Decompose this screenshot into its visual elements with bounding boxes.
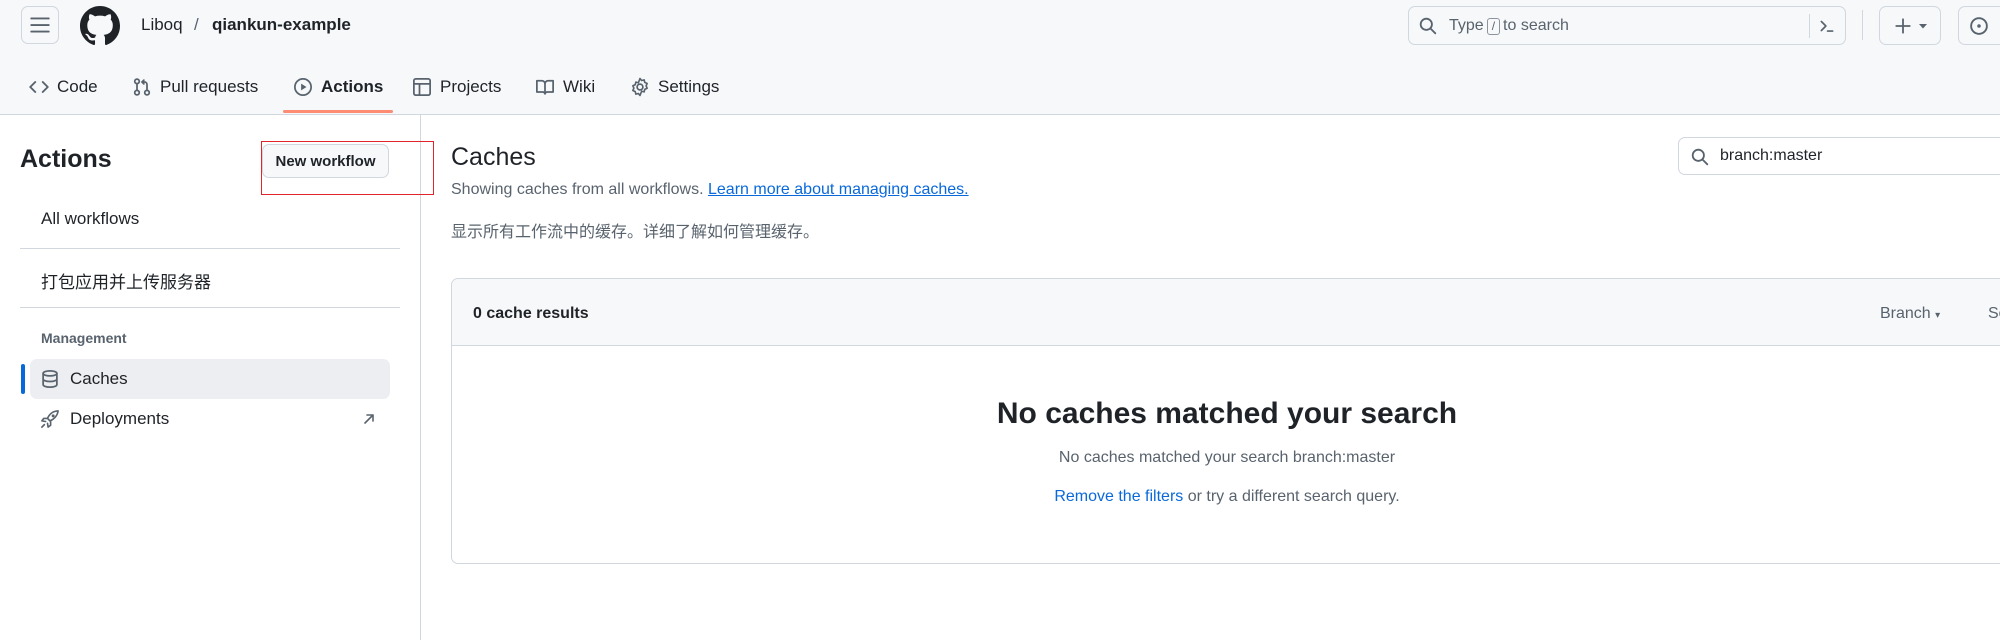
blankslate-hint: Remove the filters or try a different se… xyxy=(1054,488,1400,505)
tab-wiki-label: Wiki xyxy=(563,77,596,96)
hamburger-icon xyxy=(30,17,50,33)
sidebar-item-deployments[interactable]: Deployments xyxy=(70,409,169,429)
breadcrumb-owner-link[interactable]: Liboq xyxy=(141,15,183,35)
table-icon xyxy=(413,78,431,96)
results-count: 0 cache results xyxy=(473,305,589,322)
plus-icon xyxy=(1895,18,1911,34)
sidebar-divider xyxy=(20,307,400,308)
book-icon xyxy=(536,79,554,95)
database-icon xyxy=(42,370,58,389)
command-palette-icon[interactable] xyxy=(1817,17,1837,35)
breadcrumb-repo-link[interactable]: qiankun-example xyxy=(212,15,351,35)
remove-filters-link[interactable]: Remove the filters xyxy=(1054,488,1183,505)
subtitle-text: Showing caches from all workflows. xyxy=(451,181,704,198)
page-subtitle: Showing caches from all workflows. Learn… xyxy=(451,181,969,199)
hamburger-menu-button[interactable] xyxy=(21,6,59,44)
sidebar-item-all-workflows[interactable]: All workflows xyxy=(41,209,139,229)
create-new-button[interactable] xyxy=(1879,6,1941,45)
page-title: Caches xyxy=(451,143,536,171)
cache-results-box: 0 cache results Branch ▾ Sort ▾ No cache… xyxy=(451,278,2000,564)
play-icon xyxy=(294,78,312,96)
tab-wiki[interactable]: Wiki xyxy=(535,72,595,102)
tab-actions-label: Actions xyxy=(321,77,384,96)
sort-filter-dropdown[interactable]: Sort ▾ xyxy=(1988,305,2000,323)
tab-pull-requests-label: Pull requests xyxy=(160,77,259,96)
management-heading: Management xyxy=(41,330,127,346)
selected-item-indicator xyxy=(21,364,25,394)
tab-settings-label: Settings xyxy=(658,77,720,96)
github-logo-icon[interactable] xyxy=(80,6,120,46)
triangle-down-icon xyxy=(1919,24,1927,29)
search-icon xyxy=(1419,17,1437,35)
sidebar-item-caches-label[interactable]: Caches xyxy=(70,369,128,389)
blankslate-title: No caches matched your search xyxy=(996,397,1458,430)
arrow-up-right-icon xyxy=(364,414,374,424)
results-header: 0 cache results Branch ▾ Sort ▾ xyxy=(452,279,2000,346)
filter-value: branch:master xyxy=(1720,147,1823,164)
sidebar-divider xyxy=(20,248,400,249)
annotation-highlight-box xyxy=(261,141,434,195)
chinese-note: 显示所有工作流中的缓存。详细了解如何管理缓存。 xyxy=(451,224,820,241)
tab-projects-label: Projects xyxy=(440,77,502,96)
repo-header: Liboq / qiankun-example Type/to search xyxy=(0,0,2000,115)
tab-code-label: Code xyxy=(57,77,98,96)
issue-opened-icon xyxy=(1970,17,1988,35)
search-placeholder: Type / to search xyxy=(1449,17,1569,35)
search-icon xyxy=(1691,148,1709,166)
code-icon xyxy=(29,81,49,93)
search-divider xyxy=(1809,14,1810,38)
sidebar-title: Actions xyxy=(20,145,112,173)
rocket-icon xyxy=(41,410,59,428)
blankslate-description: No caches matched your search branch:mas… xyxy=(1058,449,1396,466)
header-divider xyxy=(1862,10,1863,40)
tab-pull-requests[interactable]: Pull requests xyxy=(132,72,258,102)
slash-key-hint: / xyxy=(1486,18,1501,35)
cache-filter-input[interactable]: branch:master xyxy=(1678,137,2000,175)
git-pull-request-icon xyxy=(133,78,151,96)
branch-filter-dropdown[interactable]: Branch ▾ xyxy=(1880,305,1940,323)
learn-more-link[interactable]: Learn more about managing caches. xyxy=(708,181,969,198)
issues-button[interactable] xyxy=(1958,6,2000,45)
gear-icon xyxy=(632,77,648,97)
global-search-input[interactable]: Type / to search xyxy=(1408,6,1846,45)
sidebar-item-workflow[interactable]: 打包应用并上传服务器 xyxy=(41,268,211,293)
tab-projects[interactable]: Projects xyxy=(412,72,501,102)
active-tab-indicator xyxy=(283,110,393,113)
tab-code[interactable]: Code xyxy=(29,72,98,102)
breadcrumb-separator: / xyxy=(194,15,199,34)
tab-actions[interactable]: Actions xyxy=(293,72,383,102)
tab-settings[interactable]: Settings xyxy=(630,72,719,102)
